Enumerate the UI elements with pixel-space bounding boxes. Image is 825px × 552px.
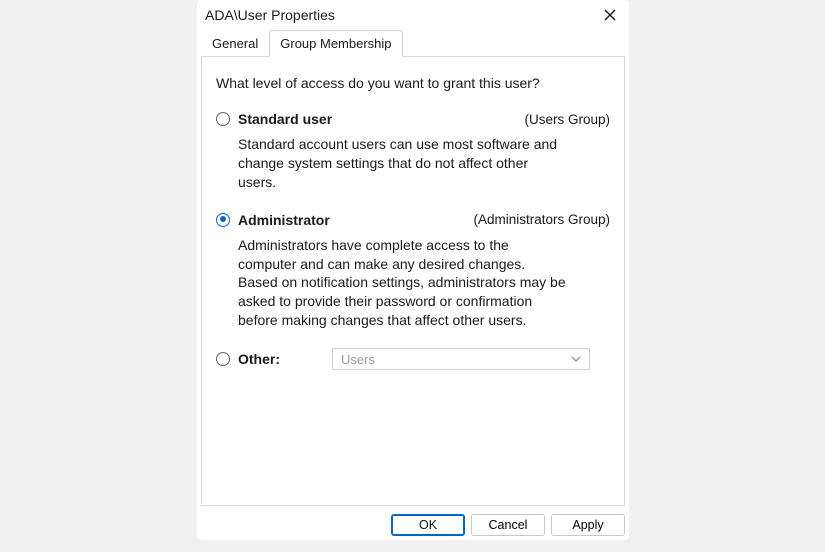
titlebar: ADA\User Properties — [197, 0, 629, 28]
option-administrator-desc: Administrators have complete access to t… — [238, 236, 568, 330]
button-bar: OK Cancel Apply — [197, 510, 629, 540]
tab-strip: General Group Membership — [197, 28, 629, 57]
radio-other[interactable] — [216, 352, 230, 366]
user-properties-dialog: ADA\User Properties General Group Member… — [197, 0, 629, 540]
close-icon — [604, 9, 616, 21]
radio-administrator[interactable] — [216, 213, 230, 227]
apply-button[interactable]: Apply — [551, 514, 625, 536]
option-administrator-group: (Administrators Group) — [473, 212, 610, 227]
group-membership-panel: What level of access do you want to gran… — [201, 56, 625, 506]
option-other: Other: Users — [216, 348, 610, 370]
tab-general[interactable]: General — [201, 30, 269, 57]
option-standard-desc: Standard account users can use most soft… — [238, 135, 568, 192]
option-standard-user: Standard user (Users Group) Standard acc… — [216, 109, 610, 192]
ok-button[interactable]: OK — [391, 514, 465, 536]
option-administrator-label: Administrator — [238, 212, 330, 228]
other-group-dropdown[interactable]: Users — [332, 348, 590, 370]
cancel-button[interactable]: Cancel — [471, 514, 545, 536]
option-administrator: Administrator (Administrators Group) Adm… — [216, 210, 610, 330]
tab-group-membership[interactable]: Group Membership — [269, 30, 402, 57]
radio-standard-user[interactable] — [216, 112, 230, 126]
chevron-down-icon — [571, 354, 581, 364]
close-button[interactable] — [597, 4, 623, 26]
option-standard-group: (Users Group) — [524, 112, 610, 127]
other-group-value: Users — [341, 352, 375, 367]
option-standard-label: Standard user — [238, 111, 332, 127]
option-other-label: Other: — [238, 351, 280, 367]
window-title: ADA\User Properties — [203, 7, 335, 23]
access-level-prompt: What level of access do you want to gran… — [216, 75, 610, 91]
